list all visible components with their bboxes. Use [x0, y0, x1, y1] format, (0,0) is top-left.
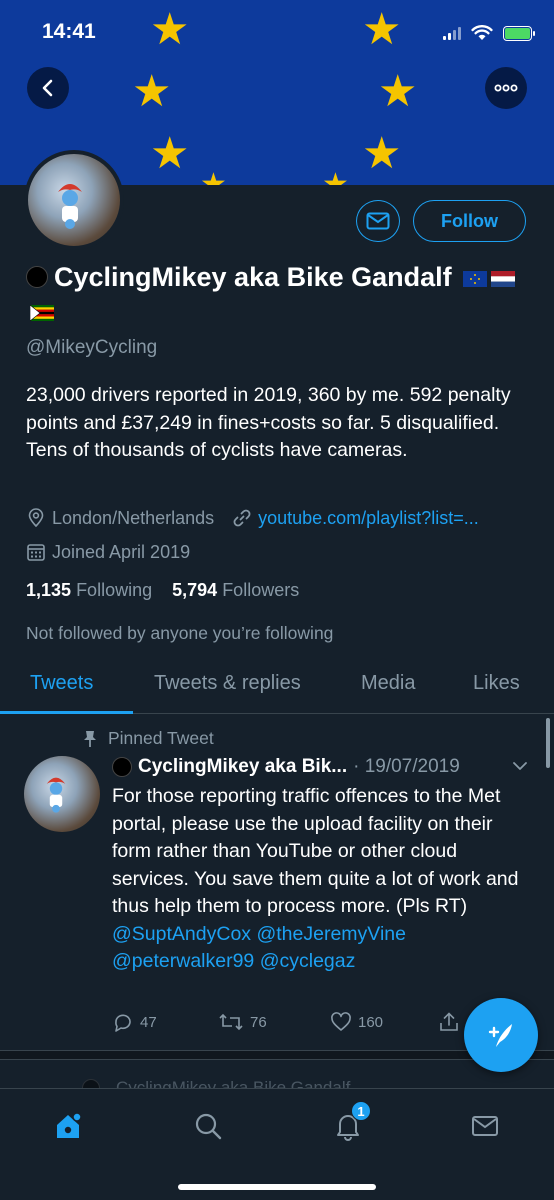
netherlands-flag-icon: [491, 271, 516, 287]
follow-button[interactable]: Follow: [413, 200, 526, 242]
profile-meta: London/Netherlands youtube.com/playlist?…: [26, 506, 479, 530]
tab-tweets[interactable]: Tweets: [30, 672, 93, 695]
more-dots-icon: [494, 84, 518, 92]
signal-icon: [443, 26, 461, 40]
profile-joined: Joined April 2019: [26, 540, 190, 564]
following-link[interactable]: 1,135 Following: [26, 580, 152, 600]
notifications-badge: 1: [351, 1101, 371, 1121]
pinned-label: Pinned Tweet: [108, 728, 214, 748]
follow-counts: 1,135 Following 5,794 Followers: [26, 580, 299, 601]
avatar-figure-icon: [58, 184, 82, 229]
profile-avatar[interactable]: [24, 150, 124, 250]
profile-handle: @MikeyCycling: [26, 337, 158, 358]
profile-bio: 23,000 drivers reported in 2019, 360 by …: [26, 384, 511, 461]
search-icon: [195, 1113, 222, 1140]
nav-messages[interactable]: [468, 1109, 502, 1143]
pin-icon: [84, 730, 96, 747]
link-icon: [233, 509, 251, 527]
retweet-count: 76: [250, 1013, 267, 1031]
mention-link[interactable]: @cyclegaz: [260, 950, 356, 972]
tweet-text: For those reporting traffic offences to …: [112, 783, 532, 976]
profile-name: CyclingMikey aka Bike Gandalf: [26, 260, 526, 328]
like-count: 160: [358, 1013, 384, 1031]
following-count: 1,135: [26, 580, 72, 600]
share-icon: [440, 1012, 458, 1031]
mail-icon: [366, 212, 390, 230]
joined-date: Joined April 2019: [52, 541, 191, 562]
retweet-button[interactable]: 76: [218, 1012, 267, 1032]
chevron-left-icon: [42, 79, 53, 97]
heart-icon: [331, 1012, 351, 1031]
compose-feather-icon: [488, 1024, 512, 1047]
battery-icon: [503, 25, 535, 41]
home-icon: [57, 1112, 82, 1138]
profile-name-text: CyclingMikey aka Bike Gandalf: [54, 262, 452, 292]
tab-media[interactable]: Media: [361, 672, 415, 695]
tab-likes[interactable]: Likes: [473, 672, 520, 695]
reply-count: 47: [140, 1013, 157, 1031]
compose-tweet-button[interactable]: [464, 998, 538, 1072]
back-button[interactable]: [27, 67, 69, 109]
home-indicator: [178, 1184, 376, 1190]
profile-tabs: Tweets Tweets & replies Media Likes: [0, 660, 554, 714]
zimbabwe-flag-icon: [30, 305, 54, 321]
mention-link[interactable]: @peterwalker99: [112, 950, 254, 972]
eu-flag-icon: [463, 271, 488, 287]
status-time: 14:41: [42, 20, 96, 43]
like-button[interactable]: 160: [330, 1012, 383, 1032]
retweet-icon: [219, 1013, 243, 1031]
tweet-author[interactable]: CyclingMikey aka Bik...: [138, 756, 347, 778]
reply-icon: [115, 1014, 131, 1032]
mention-link[interactable]: @SuptAndyCox: [112, 923, 251, 945]
following-label: Following: [76, 580, 153, 600]
black-circle-icon: [112, 757, 132, 777]
status-icons: [443, 22, 535, 44]
nav-home[interactable]: [51, 1109, 85, 1143]
mention-link[interactable]: @theJeremyVine: [256, 923, 406, 945]
not-followed-note: Not followed by anyone you’re following: [26, 623, 334, 643]
followers-count: 5,794: [172, 580, 218, 600]
avatar-figure-icon: [46, 777, 66, 813]
chevron-down-icon[interactable]: [510, 756, 530, 776]
followers-link[interactable]: 5,794 Followers: [172, 580, 299, 600]
tweet-body: For those reporting traffic offences to …: [112, 785, 519, 917]
calendar-icon: [27, 544, 45, 561]
pinned-indicator: Pinned Tweet: [82, 728, 214, 749]
black-circle-icon: [26, 266, 48, 288]
tweet-actions: 47 76 160: [112, 1012, 492, 1036]
message-button[interactable]: [356, 200, 400, 242]
share-button[interactable]: [438, 1012, 460, 1032]
scrollbar[interactable]: [546, 718, 550, 768]
tweet-header: CyclingMikey aka Bik... · 19/07/2019: [112, 754, 532, 780]
reply-button[interactable]: 47: [112, 1012, 157, 1032]
nav-search[interactable]: [191, 1109, 225, 1143]
profile-location: London/Netherlands: [52, 507, 215, 528]
location-pin-icon: [28, 508, 44, 528]
tweet-date: · 19/07/2019: [353, 756, 460, 777]
wifi-icon: [471, 25, 493, 40]
tweet-avatar[interactable]: [24, 756, 100, 832]
more-options-button[interactable]: [485, 67, 527, 109]
followers-label: Followers: [222, 580, 300, 600]
mail-icon: [472, 1116, 498, 1136]
profile-website-link[interactable]: youtube.com/playlist?list=...: [258, 508, 479, 529]
active-tab-indicator: [0, 711, 133, 714]
tab-tweets-replies[interactable]: Tweets & replies: [154, 672, 301, 695]
nav-notifications[interactable]: 1: [331, 1101, 371, 1143]
